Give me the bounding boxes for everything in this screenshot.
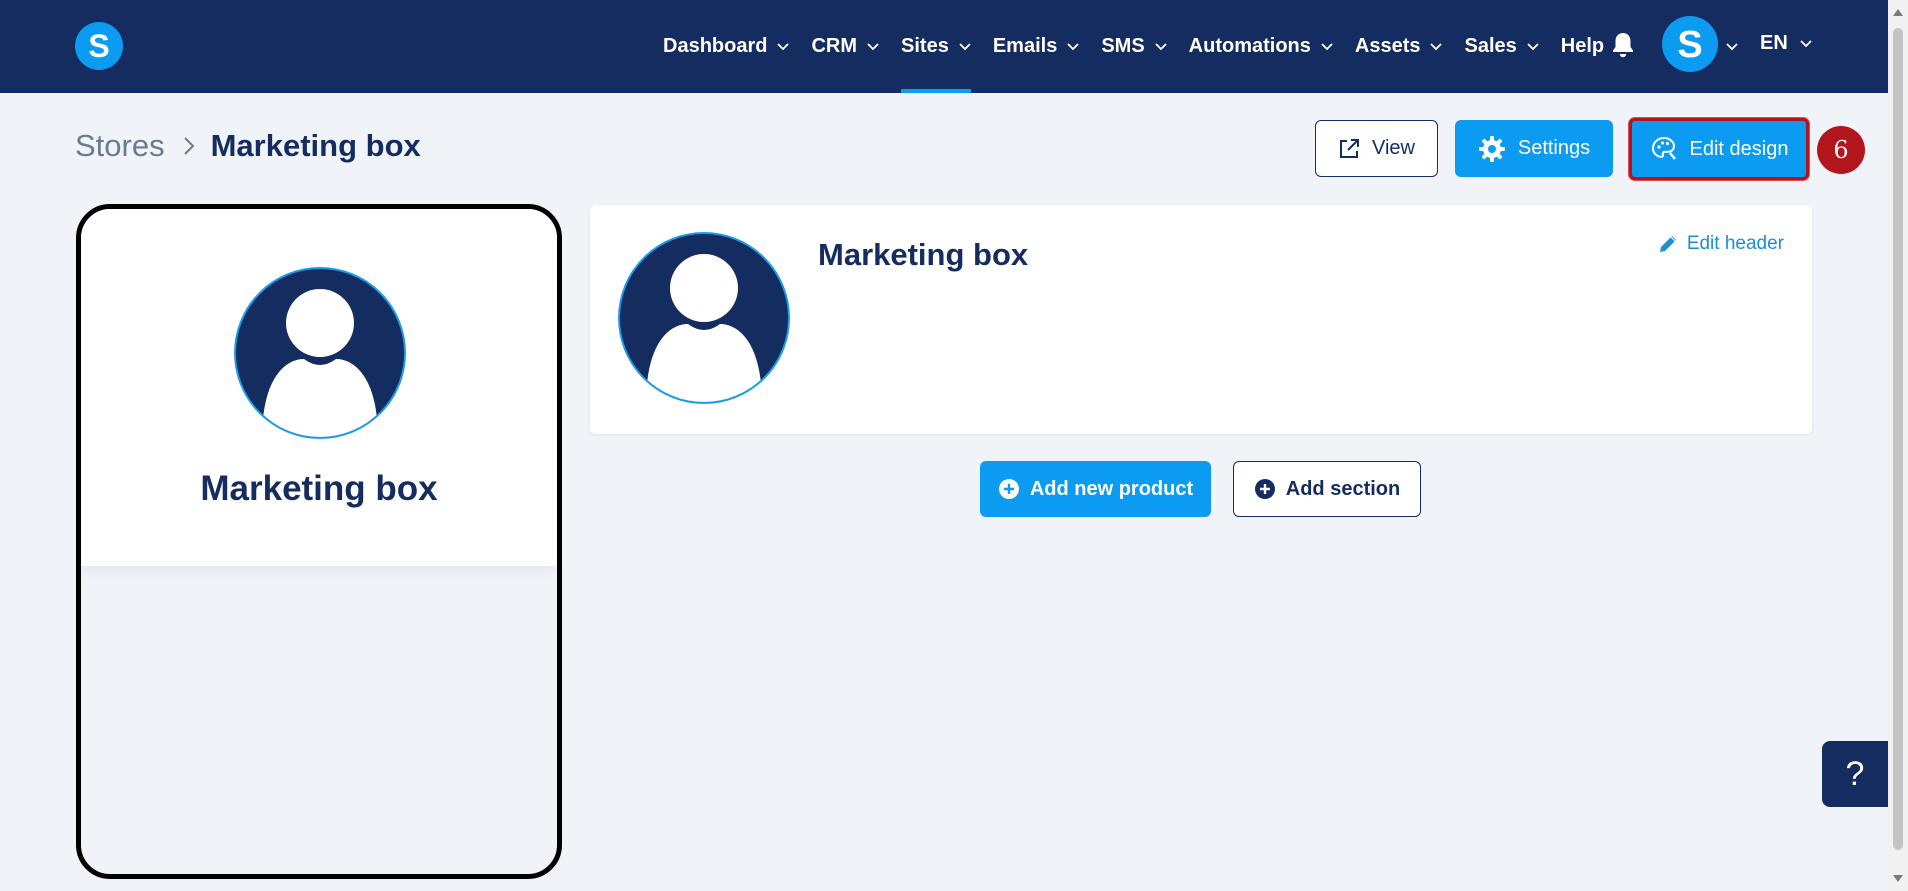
user-menu-chevron-icon[interactable] [1726, 38, 1738, 56]
bell-icon[interactable] [1611, 31, 1635, 64]
breadcrumb: Stores Marketing box [75, 128, 421, 164]
nav-item-crm[interactable]: CRM [811, 0, 879, 93]
profile-placeholder-icon[interactable] [618, 232, 790, 404]
nav-item-label: Assets [1354, 35, 1421, 57]
page-scrollbar[interactable] [1888, 0, 1908, 891]
question-mark-icon: ? [1845, 754, 1865, 793]
svg-text:S: S [1677, 24, 1702, 64]
nav-item-sites[interactable]: Sites [901, 0, 971, 93]
brand-logo[interactable]: S [75, 22, 123, 70]
preview-header: Marketing box [81, 209, 557, 566]
step-number-badge: 6 [1817, 126, 1865, 174]
top-navigation-bar: S Dashboard CRM Sites Emails SMS Automat… [0, 0, 1888, 93]
view-button-label: View [1372, 137, 1415, 159]
chevron-down-icon [1430, 42, 1443, 51]
nav-item-emails[interactable]: Emails [993, 0, 1079, 93]
add-new-product-button[interactable]: Add new product [980, 461, 1211, 517]
store-header-card: Marketing box Edit header [590, 205, 1812, 434]
nav-item-automations[interactable]: Automations [1189, 0, 1333, 93]
nav-item-label: Automations [1188, 35, 1311, 57]
edit-design-button[interactable]: Edit design [1629, 118, 1809, 180]
plus-circle-icon [1254, 478, 1276, 500]
language-label: EN [1760, 32, 1788, 54]
store-title: Marketing box [818, 237, 1029, 272]
chevron-down-icon [1527, 42, 1539, 51]
user-avatar[interactable]: S [1662, 16, 1718, 72]
settings-button-label: Settings [1517, 137, 1591, 159]
profile-placeholder-icon [234, 267, 406, 439]
palette-icon [1650, 135, 1678, 163]
chevron-down-icon [959, 42, 971, 51]
nav-item-label: Sites [901, 35, 949, 57]
breadcrumb-parent-link[interactable]: Stores [75, 128, 165, 164]
external-link-icon [1338, 138, 1360, 160]
chevron-down-icon [1067, 42, 1079, 51]
edit-header-link[interactable]: Edit header [1657, 233, 1784, 255]
scrollbar-thumb[interactable] [1893, 28, 1903, 850]
nav-item-assets[interactable]: Assets [1355, 0, 1443, 93]
chevron-down-icon [777, 42, 790, 51]
nav-item-dashboard[interactable]: Dashboard [663, 0, 790, 93]
avatar-letter-icon: S [1677, 24, 1702, 64]
scroll-down-arrow-icon[interactable] [1893, 875, 1903, 882]
chevron-down-icon [1800, 39, 1812, 48]
svg-text:S: S [88, 29, 109, 63]
nav-item-label: CRM [811, 35, 858, 57]
help-button[interactable]: ? [1822, 741, 1888, 807]
logo-s-icon: S [88, 29, 109, 63]
pencil-icon [1657, 233, 1679, 255]
edit-design-button-label: Edit design [1689, 137, 1789, 160]
nav-item-label: SMS [1101, 35, 1145, 57]
add-section-label: Add section [1285, 477, 1401, 500]
main-menu: Dashboard CRM Sites Emails SMS Automatio… [663, 0, 1626, 93]
chevron-down-icon [867, 42, 879, 51]
preview-store-title: Marketing box [200, 469, 438, 508]
settings-button[interactable]: Settings [1455, 120, 1613, 177]
plus-circle-icon [998, 478, 1020, 500]
add-section-button[interactable]: Add section [1233, 461, 1421, 517]
edit-header-label: Edit header [1686, 233, 1784, 254]
nav-item-sales[interactable]: Sales [1464, 0, 1539, 93]
language-selector[interactable]: EN [1760, 32, 1812, 55]
view-button[interactable]: View [1315, 120, 1438, 177]
mobile-preview-frame: Marketing box [76, 204, 562, 879]
add-new-product-label: Add new product [1029, 477, 1194, 500]
chevron-down-icon [1321, 42, 1333, 51]
gear-icon [1478, 135, 1506, 163]
nav-item-sms[interactable]: SMS [1101, 0, 1167, 93]
nav-item-help[interactable]: Help [1561, 0, 1604, 93]
nav-item-label: Emails [992, 35, 1058, 57]
breadcrumb-current: Marketing box [210, 128, 421, 163]
nav-item-label: Help [1560, 35, 1605, 57]
nav-item-label: Sales [1464, 35, 1517, 57]
chevron-right-icon [183, 136, 195, 156]
scroll-up-arrow-icon[interactable] [1893, 9, 1903, 16]
nav-item-label: Dashboard [663, 35, 768, 57]
chevron-down-icon [1155, 42, 1167, 51]
